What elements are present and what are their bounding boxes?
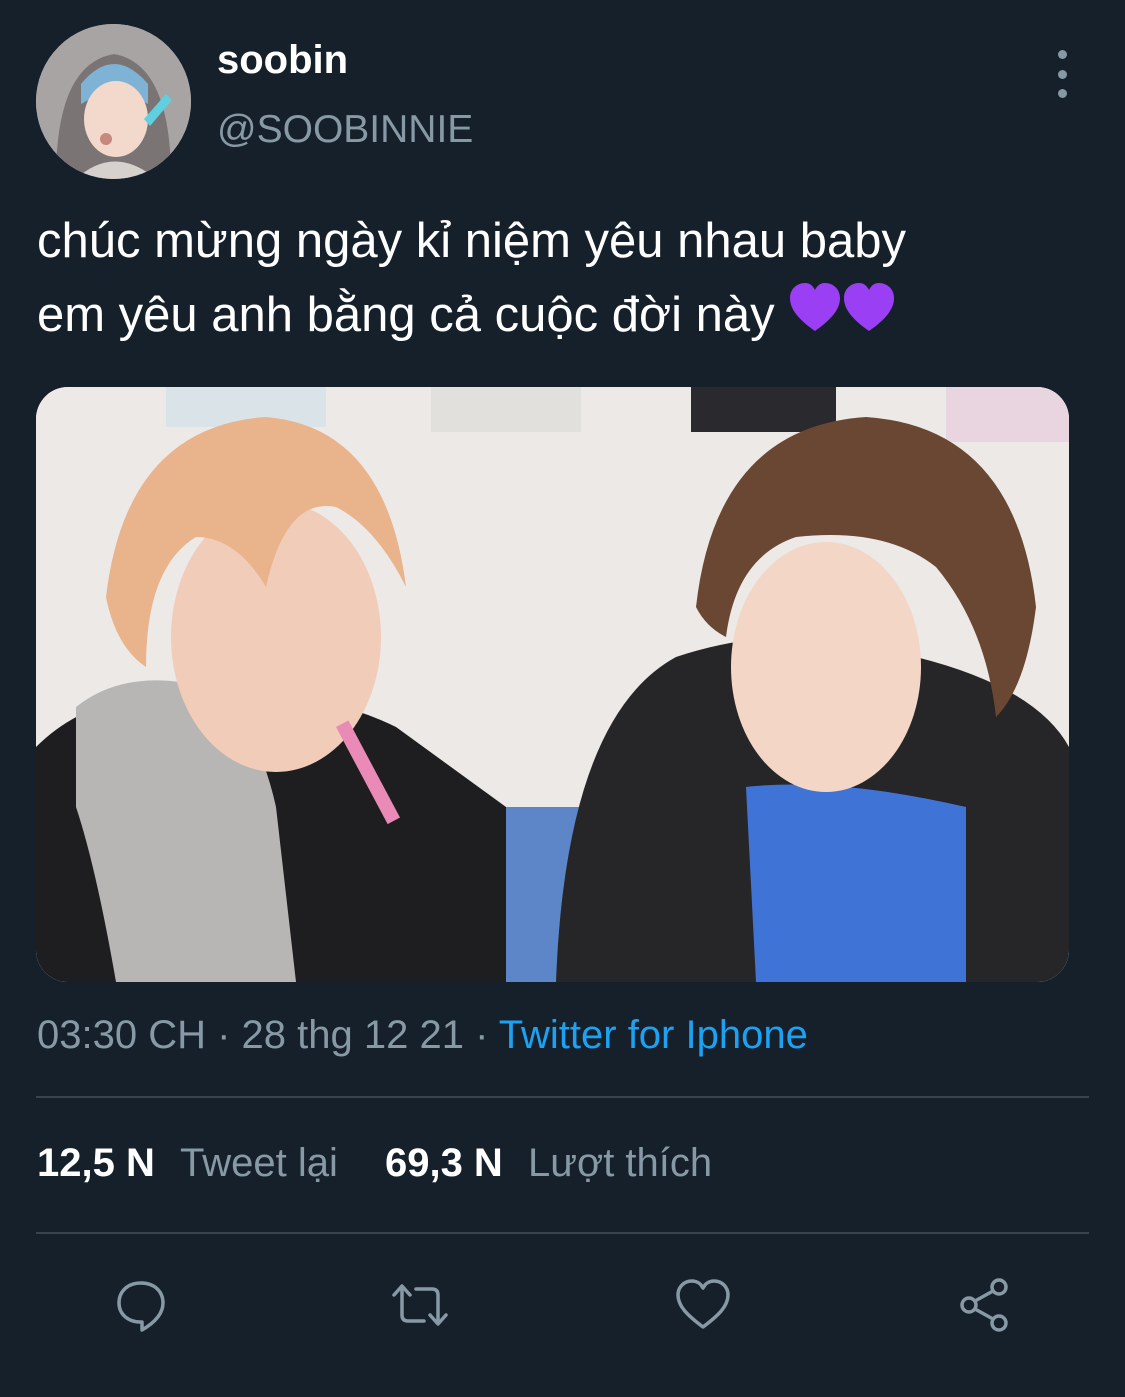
tweet-stats: 12,5 N Tweet lại 69,3 N Lượt thích bbox=[37, 1141, 712, 1186]
tweet-photo[interactable] bbox=[36, 387, 1069, 982]
tweet-time: 03:30 CH bbox=[37, 1013, 206, 1057]
photo-icon bbox=[36, 387, 1069, 982]
tweet-text-line1: chúc mừng ngày kỉ niệm yêu nhau baby bbox=[37, 214, 907, 268]
like-button[interactable] bbox=[668, 1270, 738, 1340]
retweets-count[interactable]: 12,5 N bbox=[37, 1141, 155, 1185]
likes-count[interactable]: 69,3 N bbox=[385, 1141, 503, 1185]
likes-label[interactable]: Lượt thích bbox=[528, 1141, 712, 1185]
retweet-button[interactable] bbox=[385, 1270, 455, 1340]
divider bbox=[36, 1232, 1089, 1234]
reply-icon bbox=[117, 1281, 165, 1332]
tweet-text: chúc mừng ngày kỉ niệm yêu nhau baby em … bbox=[37, 204, 1087, 356]
profile-photo-icon bbox=[36, 24, 191, 179]
meta-separator: · bbox=[205, 1013, 242, 1057]
tweet-meta: 03:30 CH · 28 thg 12 21 · Twitter for Ip… bbox=[37, 1013, 808, 1058]
tweet-date: 28 thg 12 21 bbox=[241, 1013, 464, 1057]
divider bbox=[36, 1096, 1089, 1098]
avatar[interactable] bbox=[36, 24, 191, 179]
share-icon bbox=[960, 1278, 1008, 1332]
user-handle[interactable]: @SOOBINNIE bbox=[217, 108, 473, 152]
tweet-text-line2: em yêu anh bằng cả cuộc đời này bbox=[37, 288, 775, 342]
share-button[interactable] bbox=[950, 1270, 1020, 1340]
reply-button[interactable] bbox=[106, 1270, 176, 1340]
purple-heart-emoji-icon bbox=[788, 281, 896, 356]
meta-separator: · bbox=[463, 1013, 499, 1057]
like-icon bbox=[676, 1279, 730, 1329]
more-options-icon[interactable] bbox=[1040, 50, 1084, 98]
display-name[interactable]: soobin bbox=[217, 38, 348, 83]
action-bar bbox=[0, 1270, 1125, 1340]
retweet-icon bbox=[392, 1284, 448, 1326]
retweets-label[interactable]: Tweet lại bbox=[180, 1141, 338, 1185]
tweet-source-link[interactable]: Twitter for Iphone bbox=[499, 1013, 808, 1057]
